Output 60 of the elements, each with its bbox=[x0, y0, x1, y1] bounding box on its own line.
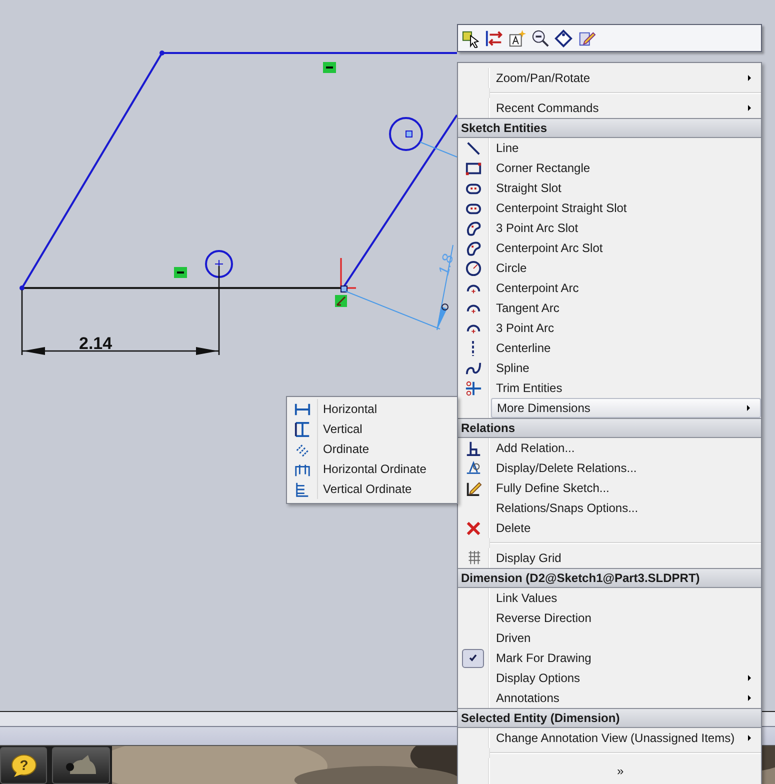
expand-menu-button[interactable]: » bbox=[617, 764, 624, 778]
menu-item[interactable]: Centerpoint Straight Slot bbox=[491, 198, 761, 218]
vertical-dimension-icon bbox=[294, 420, 310, 438]
tag-icon[interactable] bbox=[554, 28, 573, 48]
taskbar-button[interactable]: ? bbox=[0, 747, 47, 784]
circle-icon bbox=[464, 260, 482, 276]
menu-item[interactable]: Link Values bbox=[491, 588, 761, 608]
menu-item[interactable]: Delete bbox=[491, 518, 761, 538]
menu-item[interactable]: Corner Rectangle bbox=[491, 158, 761, 178]
menu-item[interactable]: Relations/Snaps Options... bbox=[491, 498, 761, 518]
menu-item[interactable]: Fully Define Sketch... bbox=[491, 478, 761, 498]
zoom-icon[interactable] bbox=[531, 28, 550, 48]
menu-item[interactable]: 3 Point Arc bbox=[491, 318, 761, 338]
dimension-value[interactable]: 2.14 bbox=[79, 334, 112, 353]
arc-slot-icon bbox=[464, 240, 482, 256]
menu-item[interactable]: More Dimensions bbox=[491, 398, 761, 418]
help-icon: ? bbox=[10, 754, 36, 778]
menu-item[interactable]: Centerline bbox=[491, 338, 761, 358]
delete-icon bbox=[464, 520, 482, 536]
vertical-ordinate-icon bbox=[294, 480, 310, 498]
menu-item[interactable]: Horizontal bbox=[318, 399, 378, 419]
menu-item[interactable]: Recent Commands bbox=[491, 98, 761, 118]
menu-item[interactable]: Horizontal Ordinate bbox=[318, 459, 426, 479]
menu-item[interactable]: Straight Slot bbox=[491, 178, 761, 198]
pencil-icon bbox=[464, 480, 482, 496]
menu-item[interactable]: Mark For Drawing bbox=[491, 648, 761, 668]
relation-icon bbox=[464, 440, 482, 456]
menu-item[interactable]: Ordinate bbox=[318, 439, 370, 459]
menu-item[interactable]: Zoom/Pan/Rotate bbox=[491, 68, 761, 88]
menu-item[interactable]: Display/Delete Relations... bbox=[491, 458, 761, 478]
menu-item[interactable]: Display Options bbox=[491, 668, 761, 688]
menu-item[interactable]: Reverse Direction bbox=[491, 608, 761, 628]
select-icon[interactable] bbox=[462, 28, 481, 48]
menu-item[interactable]: Change Annotation View (Unassigned Items) bbox=[491, 728, 761, 748]
menu-item[interactable]: Annotations bbox=[491, 688, 761, 708]
section-header: Selected Entity (Dimension) bbox=[458, 708, 761, 728]
section-header: Sketch Entities bbox=[458, 118, 761, 138]
menu-item[interactable]: Display Grid bbox=[491, 548, 761, 568]
swap-icon[interactable] bbox=[485, 28, 504, 48]
menu-item[interactable]: Vertical bbox=[318, 419, 362, 439]
relations-icon bbox=[464, 460, 482, 476]
menu-item[interactable]: Trim Entities bbox=[491, 378, 761, 398]
menu-item[interactable]: Circle bbox=[491, 258, 761, 278]
menu-item[interactable]: Vertical Ordinate bbox=[318, 479, 412, 499]
centerline-icon bbox=[472, 340, 474, 356]
section-header: Dimension (D2@Sketch1@Part3.SLDPRT) bbox=[458, 568, 761, 588]
menu-item[interactable]: Line bbox=[491, 138, 761, 158]
taskbar-button[interactable] bbox=[52, 747, 110, 784]
line-icon bbox=[464, 140, 482, 156]
menu-item[interactable]: Centerpoint Arc Slot bbox=[491, 238, 761, 258]
menu-item[interactable]: Centerpoint Arc bbox=[491, 278, 761, 298]
menu-item[interactable]: Tangent Arc bbox=[491, 298, 761, 318]
note-icon[interactable] bbox=[508, 28, 527, 48]
scissors-icon bbox=[464, 380, 482, 396]
menu-item[interactable]: 3 Point Arc Slot bbox=[491, 218, 761, 238]
menu-item[interactable]: Spline bbox=[491, 358, 761, 378]
arc-slot-icon bbox=[464, 220, 482, 236]
menu-item[interactable]: Driven bbox=[491, 628, 761, 648]
menu-item[interactable]: Add Relation... bbox=[491, 438, 761, 458]
section-header: Relations bbox=[458, 418, 761, 438]
